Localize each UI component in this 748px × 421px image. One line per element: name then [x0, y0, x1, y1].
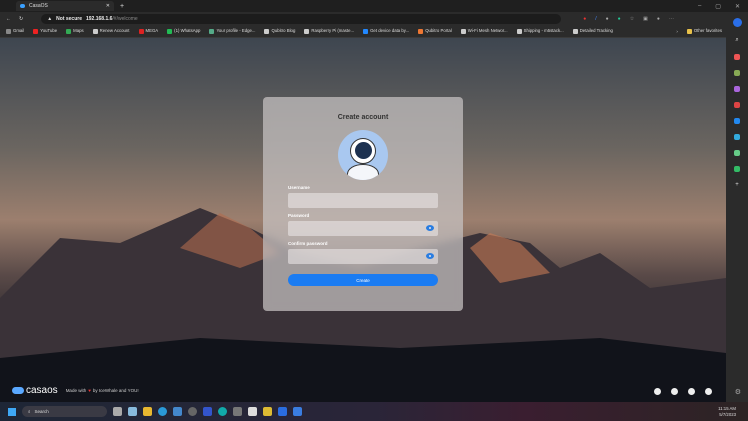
password-label: Password	[288, 213, 310, 218]
bookmark[interactable]: Qubitro Portal	[418, 28, 452, 34]
taskbar-search[interactable]: ⌕ Search	[22, 406, 107, 417]
tools-icon[interactable]	[734, 70, 740, 76]
bookmark[interactable]: Get device data by...	[363, 28, 409, 34]
show-confirm-password-eye-icon[interactable]	[426, 253, 434, 259]
made-with-text: Made with	[65, 388, 87, 393]
bookmark[interactable]: Raspberry Pi (maste...	[304, 28, 354, 34]
card-title: Create account	[337, 114, 389, 121]
discord-icon[interactable]	[671, 388, 678, 395]
heart-icon: ♥	[88, 388, 91, 393]
tab-casaos[interactable]: CasaOS ✕	[16, 1, 114, 11]
chevron-right-icon[interactable]: ›	[676, 29, 677, 34]
clock[interactable]: 11:15 AM 5/7/2023	[718, 406, 736, 418]
settings-gear-icon[interactable]: ⚙	[735, 388, 741, 396]
url-host: 192.168.1.6	[86, 15, 113, 22]
social-links	[654, 388, 712, 395]
bookmark[interactable]: Maps	[66, 28, 84, 34]
shield-icon[interactable]: ●	[618, 16, 621, 22]
close-window-icon[interactable]: ✕	[735, 3, 740, 10]
password-input[interactable]	[288, 221, 438, 236]
extension-icon[interactable]: ●	[606, 16, 609, 22]
edge-icon[interactable]	[158, 407, 167, 416]
username-label: Username	[288, 185, 310, 190]
office-icon[interactable]	[734, 102, 740, 108]
search-icon: ⌕	[28, 409, 31, 414]
drop-icon[interactable]	[734, 134, 740, 140]
bookmark[interactable]: Shipping - m5stack...	[516, 28, 564, 34]
app-icon[interactable]	[233, 407, 242, 416]
warning-icon: ▲	[47, 15, 53, 22]
search-icon[interactable]: ⌕	[735, 37, 738, 44]
app-icon[interactable]	[248, 407, 257, 416]
other-favorites[interactable]: Other favorites	[686, 28, 722, 34]
show-password-eye-icon[interactable]	[426, 225, 434, 231]
minimize-icon[interactable]: –	[698, 3, 701, 10]
bookmark[interactable]: Your profile - Edge...	[209, 28, 255, 34]
confirm-password-input[interactable]	[288, 249, 438, 264]
outlook-icon[interactable]	[734, 118, 740, 124]
collections-icon[interactable]: ▣	[643, 16, 648, 22]
car-icon[interactable]	[734, 150, 740, 156]
add-icon[interactable]: +	[735, 182, 739, 188]
maximize-icon[interactable]: ▢	[715, 3, 721, 10]
bookmark[interactable]: (1) WhatsApp	[167, 28, 200, 34]
bookmark[interactable]: Gmail	[6, 28, 24, 34]
profile-icon[interactable]: ●	[657, 16, 660, 22]
casaos-logo: casaos	[12, 385, 58, 396]
tab-strip: CasaOS ✕ + – ▢ ✕	[0, 0, 748, 12]
url-input[interactable]: ▲ Not secure 192.168.1.6/#/welcome	[41, 13, 562, 24]
date: 5/7/2023	[719, 411, 736, 417]
search-label: Search	[34, 409, 49, 414]
time: 11:15 AM	[718, 405, 736, 411]
pen-icon[interactable]: /	[595, 16, 596, 22]
create-account-card: Create account Username Password Confirm…	[263, 97, 463, 311]
url-path: /#/welcome	[112, 15, 138, 22]
bing-icon[interactable]	[732, 18, 742, 27]
astronaut-avatar	[338, 130, 388, 180]
uipath-icon[interactable]	[278, 407, 287, 416]
bookmark[interactable]: MEGA	[138, 28, 158, 34]
bookmark[interactable]: Qubitro Blog	[264, 28, 295, 34]
github-icon[interactable]	[688, 388, 695, 395]
by-text: by IceWhale and YOU!	[92, 388, 139, 393]
shopping-icon[interactable]	[734, 54, 740, 60]
store-icon[interactable]	[173, 407, 182, 416]
refresh-icon[interactable]: ↻	[19, 16, 23, 22]
create-button[interactable]: Create	[288, 274, 438, 286]
task-view-icon[interactable]	[113, 407, 122, 416]
confirm-password-label: Confirm password	[288, 241, 328, 246]
weather-icon[interactable]	[128, 407, 137, 416]
favorites-icon[interactable]: ☆	[630, 16, 634, 22]
bookmarks-bar: Gmail YouTube Maps Renew Account MEGA (1…	[0, 25, 726, 38]
file-explorer-icon[interactable]	[143, 407, 152, 416]
security-label: Not secure	[56, 15, 82, 22]
windows-taskbar: ⌕ Search 11:15 AM 5/7/2023	[0, 402, 748, 421]
windows-start-icon[interactable]	[8, 407, 16, 416]
app-icon[interactable]	[188, 407, 197, 416]
tab-title: CasaOS	[29, 3, 48, 9]
username-input[interactable]	[288, 193, 438, 208]
casaos-welcome-page: Create account Username Password Confirm…	[0, 38, 726, 402]
app-icon[interactable]	[203, 407, 212, 416]
blog-icon[interactable]	[654, 388, 661, 395]
edge-sidebar: ⌕ +	[726, 12, 748, 402]
back-icon[interactable]: ←	[6, 16, 11, 22]
footer: casaos Made with ♥ by IceWhale and YOU!	[12, 385, 139, 396]
app-icon[interactable]	[263, 407, 272, 416]
bookmark[interactable]: YouTube	[33, 28, 57, 34]
bookmark[interactable]: Detailed Tracking	[572, 28, 613, 34]
address-bar-row: ← ↻ ▲ Not secure 192.168.1.6/#/welcome ●…	[0, 12, 748, 25]
casaos-favicon-icon	[20, 4, 25, 8]
extension-icon[interactable]: ●	[583, 16, 586, 22]
bookmark[interactable]: Renew Account	[92, 28, 130, 34]
more-icon[interactable]: ⋯	[669, 16, 674, 22]
bookmark[interactable]: Wi-Fi Mesh Networ...	[460, 28, 508, 34]
arduino-icon[interactable]	[218, 407, 227, 416]
games-icon[interactable]	[734, 86, 740, 92]
chat-icon[interactable]	[705, 388, 712, 395]
close-tab-icon[interactable]: ✕	[106, 3, 110, 9]
new-tab-icon[interactable]: +	[120, 3, 124, 10]
tree-icon[interactable]	[734, 166, 740, 172]
vscode-icon[interactable]	[293, 407, 302, 416]
